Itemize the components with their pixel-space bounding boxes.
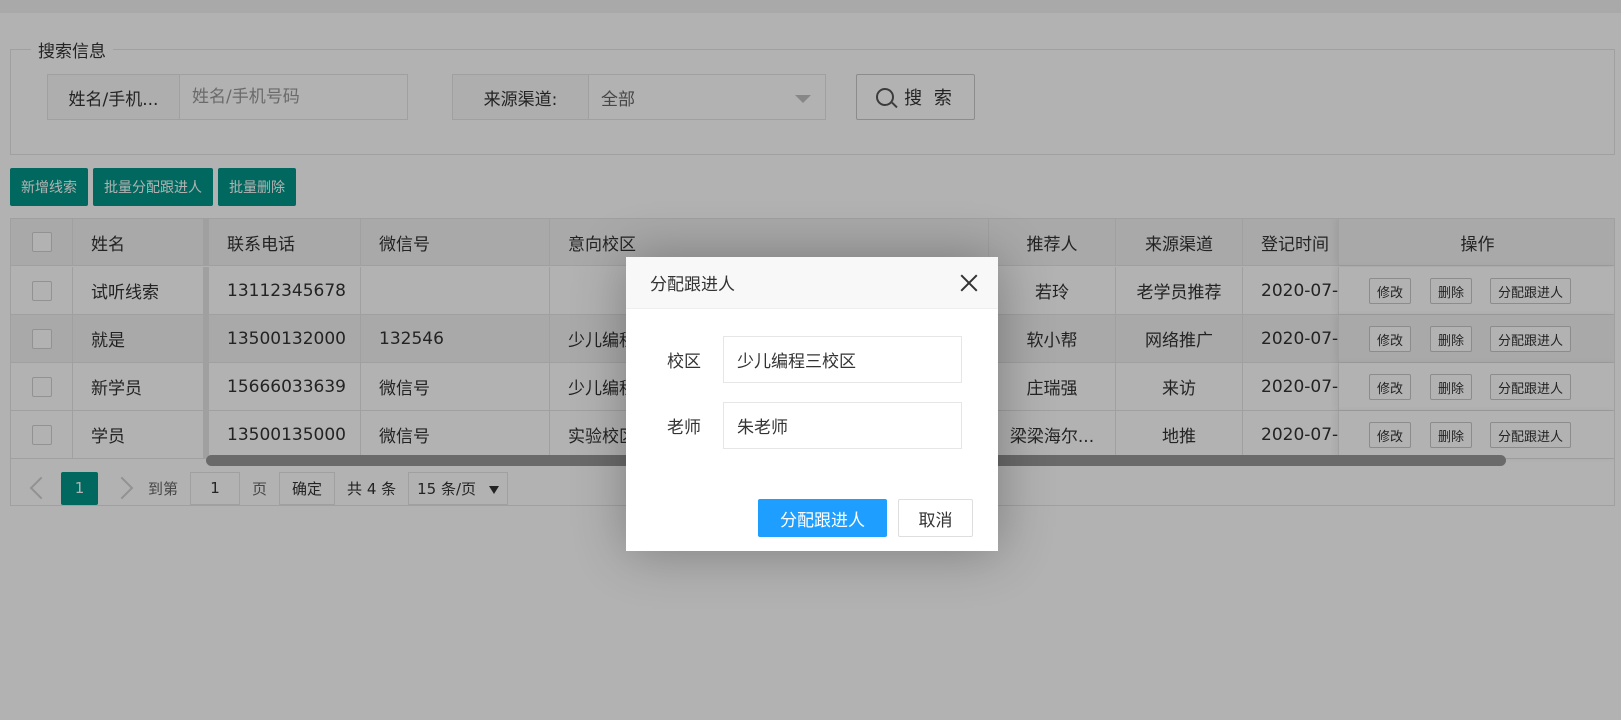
- campus-field[interactable]: 少儿编程三校区: [723, 336, 962, 383]
- campus-row: 校区 少儿编程三校区: [626, 336, 998, 383]
- dialog-header: 分配跟进人: [626, 257, 998, 309]
- teacher-row: 老师 朱老师: [626, 402, 998, 449]
- dialog-title: 分配跟进人: [650, 275, 735, 295]
- assign-confirm-button[interactable]: 分配跟进人: [758, 499, 887, 537]
- teacher-label: 老师: [667, 418, 701, 438]
- assign-follower-dialog: 分配跟进人 校区 少儿编程三校区 老师 朱老师 分配跟进人 取消: [626, 257, 998, 551]
- cancel-button[interactable]: 取消: [898, 499, 973, 537]
- teacher-field[interactable]: 朱老师: [723, 402, 962, 449]
- close-icon[interactable]: [960, 274, 978, 292]
- campus-label: 校区: [667, 352, 701, 372]
- page: 搜索信息 姓名/手机... 来源渠道: 全部 搜 索 新增线索 批量分配跟进人 …: [0, 0, 1621, 720]
